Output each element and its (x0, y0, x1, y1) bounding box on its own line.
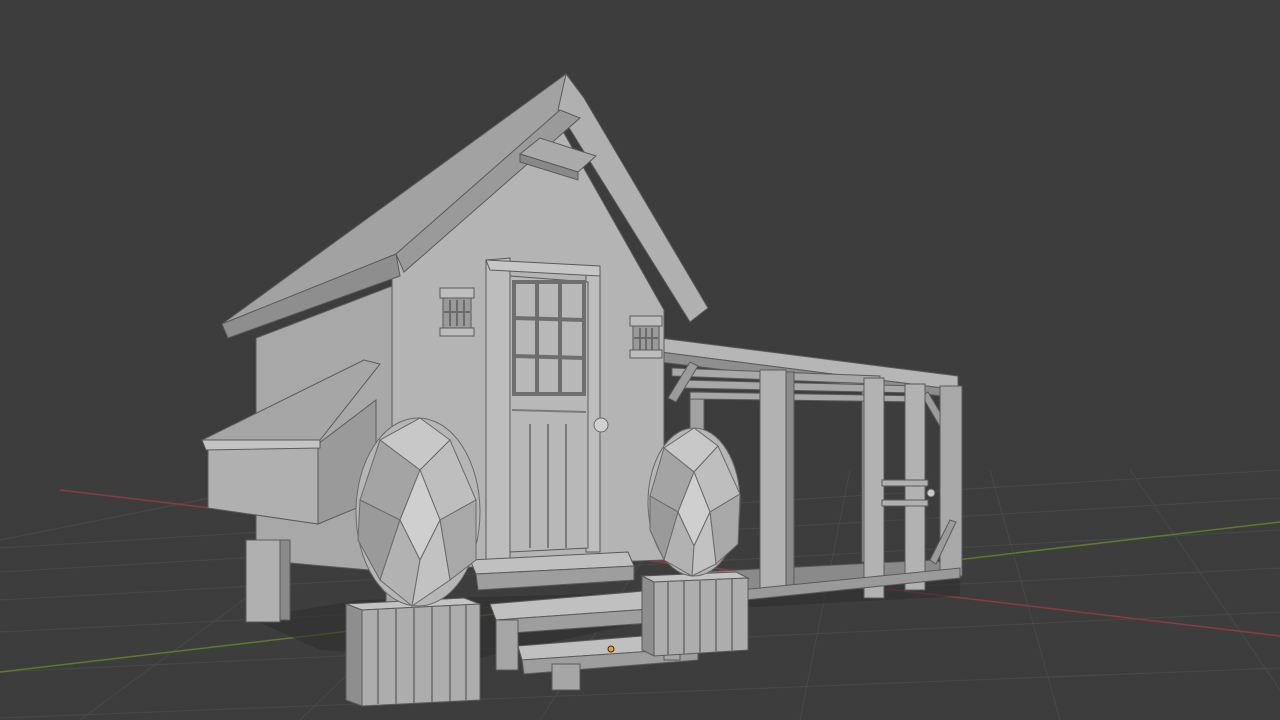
stilt-leg-left (245, 539, 281, 623)
door-frame-left (485, 257, 511, 561)
front-door (485, 257, 609, 561)
stilt-leg-left-side (279, 539, 291, 621)
viewport-scene[interactable] (0, 0, 1280, 720)
crate-left (345, 597, 481, 707)
nesting-box-lid-edge (201, 439, 321, 451)
door-knob (593, 417, 609, 433)
step-stringer-left (495, 619, 519, 671)
origin-point[interactable] (607, 645, 615, 653)
step-foot-left (551, 663, 581, 691)
gate-latch (926, 488, 936, 498)
egg-sculpture-right (647, 427, 741, 577)
run-post-front-left-side (785, 371, 795, 591)
3d-viewport[interactable] (0, 0, 1280, 720)
run-post-front-mid (863, 377, 885, 599)
wall-lantern-left (439, 287, 475, 337)
wall-lantern-right (629, 315, 663, 359)
egg-sculpture-left (355, 417, 481, 608)
crate-right (640, 571, 750, 657)
run-post-front-right (904, 383, 926, 591)
run-post-front-left (759, 369, 787, 593)
